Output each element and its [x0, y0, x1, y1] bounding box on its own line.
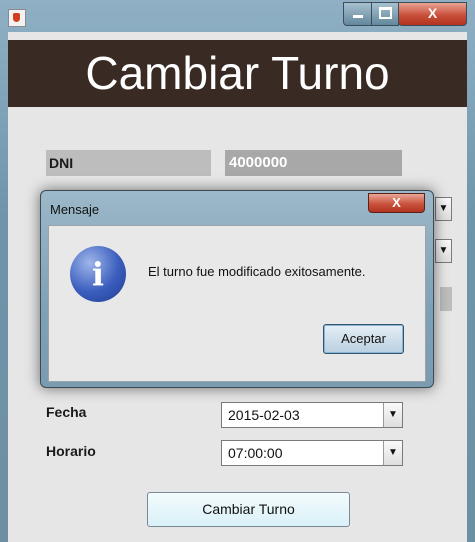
minimize-icon	[352, 15, 363, 18]
minimize-button[interactable]	[343, 2, 372, 26]
close-button[interactable]: X	[398, 2, 467, 26]
horario-label: Horario	[43, 438, 206, 464]
title-bar[interactable]: X	[0, 0, 475, 32]
maximize-icon	[378, 7, 392, 19]
dialog-title: Mensaje	[50, 202, 100, 217]
maximize-button[interactable]	[371, 2, 399, 26]
hidden-combo-arrow-1[interactable]: ▼	[435, 197, 452, 221]
fecha-value: 2015-02-03	[228, 407, 300, 423]
chevron-down-icon[interactable]: ▼	[383, 403, 402, 427]
hidden-field-edge	[440, 287, 452, 311]
dialog-close-button[interactable]: X	[368, 193, 425, 213]
dni-field[interactable]: 4000000	[225, 150, 402, 176]
fecha-combo[interactable]: 2015-02-03 ▼	[221, 402, 403, 428]
hidden-combo-arrow-2[interactable]: ▼	[435, 239, 452, 263]
message-dialog: Mensaje X i El turno fue modificado exit…	[40, 190, 434, 388]
header-banner: Cambiar Turno	[8, 40, 467, 107]
dialog-message: El turno fue modificado exitosamente.	[148, 264, 366, 279]
aceptar-button[interactable]: Aceptar	[323, 324, 404, 354]
horario-value: 07:00:00	[228, 445, 283, 461]
cambiar-turno-button[interactable]: Cambiar Turno	[147, 492, 350, 527]
dni-label: DNI	[46, 150, 211, 176]
info-icon: i	[70, 246, 126, 302]
fecha-label: Fecha	[46, 404, 87, 420]
dialog-body: i El turno fue modificado exitosamente. …	[48, 225, 426, 382]
chevron-down-icon[interactable]: ▼	[383, 441, 402, 465]
java-app-icon	[8, 9, 26, 27]
horario-combo[interactable]: 07:00:00 ▼	[221, 440, 403, 466]
page-title: Cambiar Turno	[85, 47, 390, 99]
